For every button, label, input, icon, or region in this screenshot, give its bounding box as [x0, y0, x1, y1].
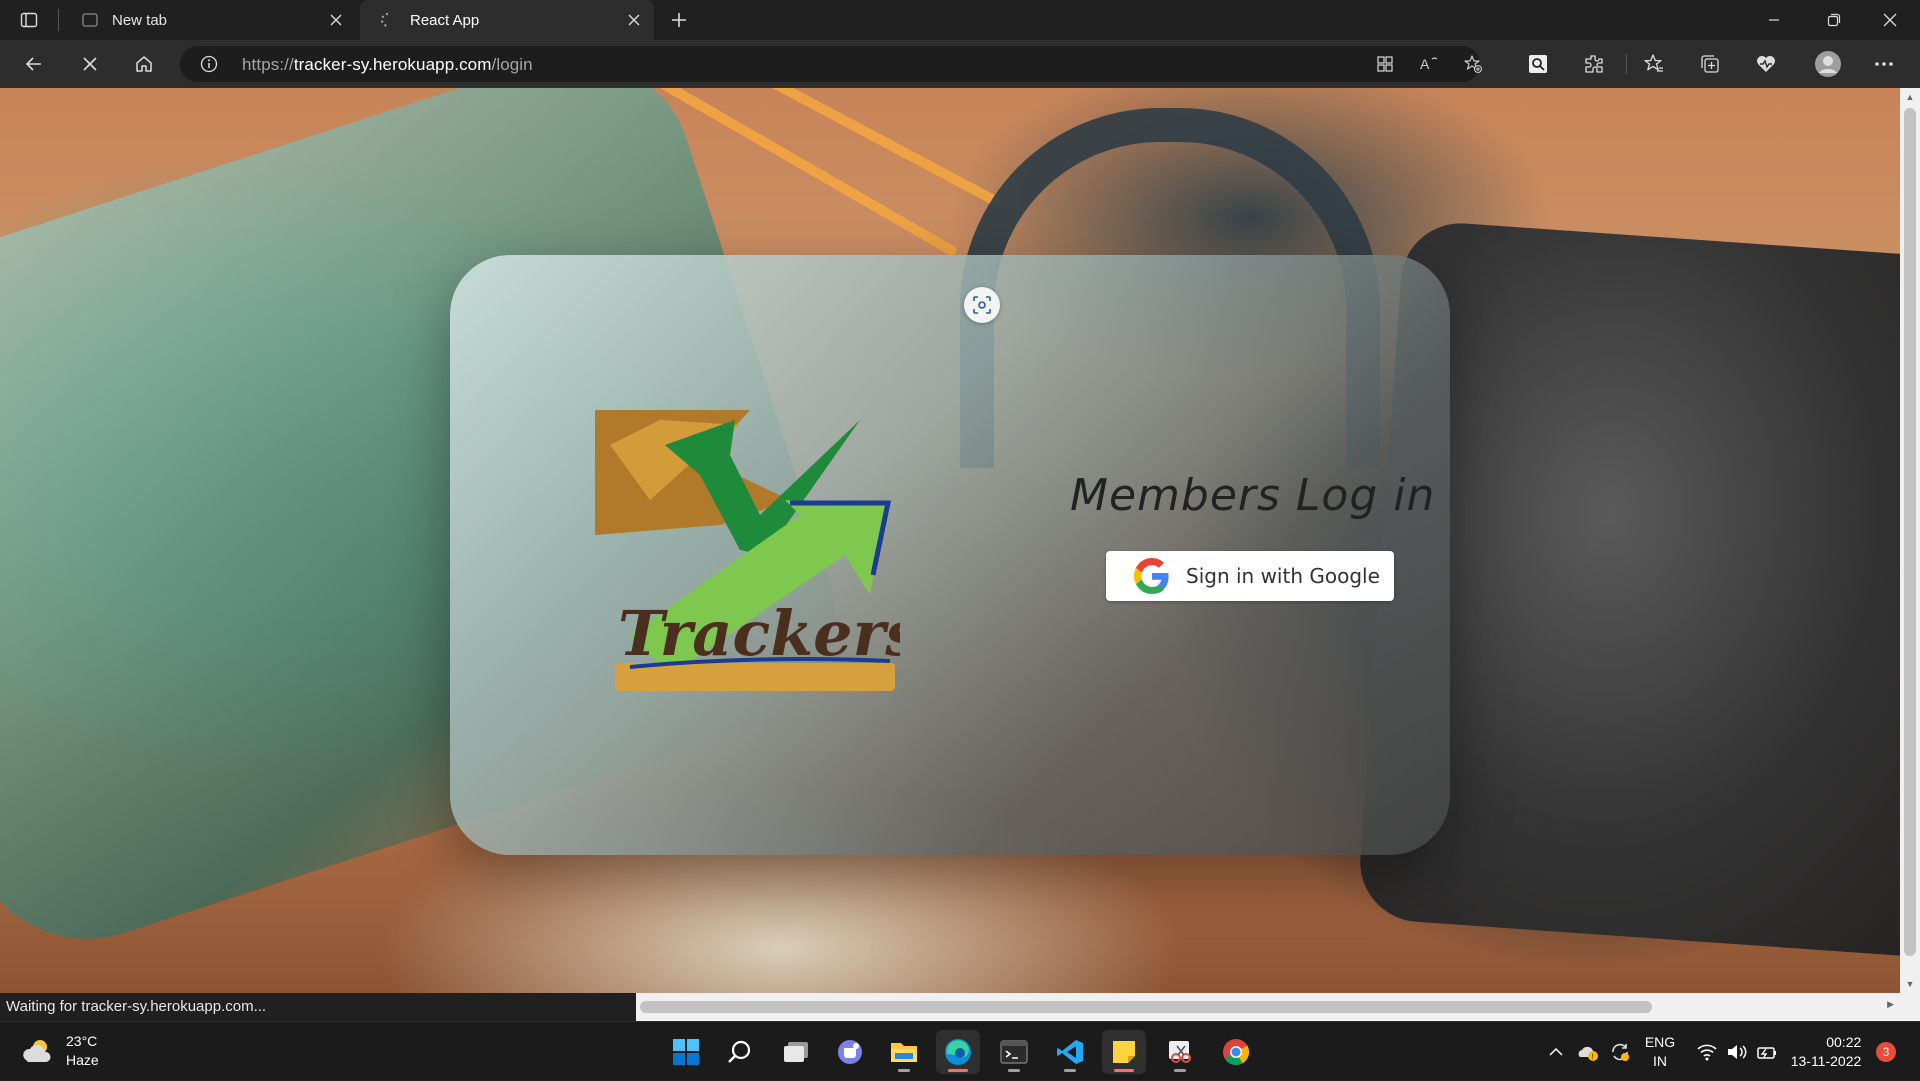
volume-icon[interactable]	[1722, 1022, 1752, 1081]
app-available-icon[interactable]	[1372, 52, 1398, 76]
system-clock[interactable]: 00:22 13-11-2022	[1786, 1022, 1866, 1081]
extensions-icon[interactable]	[1576, 48, 1612, 80]
weather-haze-icon	[23, 1040, 51, 1062]
svg-text:A: A	[1420, 56, 1430, 72]
running-indicator	[1174, 1069, 1186, 1072]
new-tab-plus-icon[interactable]	[666, 8, 692, 32]
tab-strip: New tab React App	[0, 0, 1920, 40]
active-indicator	[1114, 1069, 1134, 1072]
notification-count-badge: 3	[1876, 1041, 1896, 1062]
weather-temp: 23°C	[66, 1033, 98, 1049]
running-indicator	[898, 1069, 910, 1072]
file-explorer-icon[interactable]	[882, 1030, 926, 1074]
google-logo-icon	[1134, 558, 1169, 594]
minimize-window-icon[interactable]	[1746, 0, 1802, 40]
vscode-icon[interactable]	[1048, 1030, 1092, 1074]
tab-react-app[interactable]: React App	[360, 0, 654, 40]
page-viewport: Trackersy Members Log in Sign in with Go…	[0, 88, 1900, 993]
logo-text: Trackersy	[618, 597, 900, 670]
favorites-icon[interactable]	[1636, 48, 1672, 80]
tab-title: React App	[410, 11, 480, 29]
url-host: tracker-sy.herokuapp.com	[293, 55, 492, 74]
add-favorite-icon[interactable]	[1460, 52, 1486, 76]
new-tab-favicon-icon	[82, 12, 98, 28]
clock-date: 13-11-2022	[1790, 1052, 1862, 1069]
weather-widget[interactable]: 23°C Haze	[20, 1032, 99, 1070]
wifi-icon[interactable]	[1692, 1022, 1722, 1081]
close-tab-icon[interactable]	[624, 10, 644, 30]
visual-search-icon[interactable]	[1520, 48, 1556, 80]
search-icon[interactable]	[718, 1030, 762, 1074]
battery-charging-icon[interactable]	[1752, 1022, 1782, 1081]
tab-title: New tab	[112, 11, 168, 29]
teams-chat-icon[interactable]	[828, 1030, 872, 1074]
loading-spinner-icon	[380, 12, 396, 28]
url-path: /login	[491, 55, 533, 74]
status-bar: Waiting for tracker-sy.herokuapp.com...	[0, 993, 636, 1021]
horizontal-scroll-thumb[interactable]	[640, 1001, 1652, 1013]
collections-icon[interactable]	[1692, 48, 1728, 80]
google-sign-in-button[interactable]: Sign in with Google	[1106, 551, 1394, 601]
settings-more-icon[interactable]	[1866, 48, 1902, 80]
stop-loading-icon[interactable]	[72, 48, 108, 80]
url-text[interactable]: https://tracker-sy.herokuapp.com/login	[242, 55, 533, 75]
tab-new-tab[interactable]: New tab	[62, 0, 356, 40]
browser-toolbar: https://tracker-sy.herokuapp.com/login A	[0, 40, 1920, 88]
weather-condition: Haze	[66, 1052, 99, 1068]
scroll-down-arrow-icon[interactable]: ▼	[1904, 977, 1916, 991]
read-aloud-icon[interactable]: A	[1416, 52, 1442, 76]
site-info-icon[interactable]	[200, 55, 218, 73]
active-indicator	[948, 1069, 968, 1072]
google-button-label: Sign in with Google	[1186, 564, 1380, 588]
toolbar-divider	[1626, 54, 1627, 74]
visual-search-overlay-icon[interactable]	[964, 287, 1000, 323]
running-indicator	[1008, 1069, 1020, 1072]
page-title: Members Log in	[1070, 470, 1436, 521]
show-hidden-icons-chevron-icon[interactable]	[1540, 1022, 1572, 1081]
vertical-scrollbar[interactable]: ▲ ▼	[1900, 88, 1920, 993]
url-scheme: https://	[242, 55, 294, 74]
edge-browser-icon[interactable]	[936, 1030, 980, 1074]
keyboard-region: IN	[1653, 1052, 1667, 1069]
notification-center[interactable]: 3	[1872, 1022, 1900, 1081]
close-window-icon[interactable]	[1862, 0, 1918, 40]
address-bar[interactable]: https://tracker-sy.herokuapp.com/login A	[180, 46, 1483, 82]
login-card: Trackersy Members Log in Sign in with Go…	[450, 255, 1450, 855]
running-indicator	[1064, 1069, 1076, 1072]
clock-time: 00:22	[1826, 1033, 1862, 1050]
restore-window-icon[interactable]	[1806, 0, 1862, 40]
language-indicator[interactable]: ENG IN	[1640, 1022, 1680, 1081]
sync-icon[interactable]	[1604, 1022, 1636, 1081]
tab-actions-icon[interactable]	[16, 8, 42, 32]
profile-avatar-icon[interactable]	[1810, 48, 1846, 80]
horizontal-scrollbar[interactable]: ▶	[636, 993, 1900, 1021]
sticky-notes-icon[interactable]	[1102, 1030, 1146, 1074]
onedrive-warning-icon[interactable]: !	[1572, 1022, 1604, 1081]
tab-divider	[58, 9, 59, 31]
trackersy-logo: Trackersy	[595, 410, 900, 691]
snipping-tool-icon[interactable]	[1158, 1030, 1202, 1074]
browser-essentials-icon[interactable]	[1748, 48, 1784, 80]
start-button-icon[interactable]	[664, 1030, 708, 1074]
back-arrow-icon[interactable]	[16, 48, 52, 80]
scroll-up-arrow-icon[interactable]: ▲	[1904, 90, 1916, 104]
svg-text:!: !	[1591, 1052, 1593, 1061]
vertical-scroll-thumb[interactable]	[1904, 108, 1916, 956]
language-code: ENG	[1644, 1033, 1676, 1050]
scrollbar-corner	[1900, 993, 1920, 1021]
task-view-icon[interactable]	[774, 1030, 818, 1074]
close-tab-icon[interactable]	[326, 10, 346, 30]
home-icon[interactable]	[126, 48, 162, 80]
chrome-icon[interactable]	[1214, 1030, 1258, 1074]
windows-taskbar: 23°C Haze ! ENG IN 00:22 13-11-2022 3	[0, 1021, 1920, 1080]
terminal-icon[interactable]	[992, 1030, 1036, 1074]
scroll-right-arrow-icon[interactable]: ▶	[1887, 999, 1894, 1010]
